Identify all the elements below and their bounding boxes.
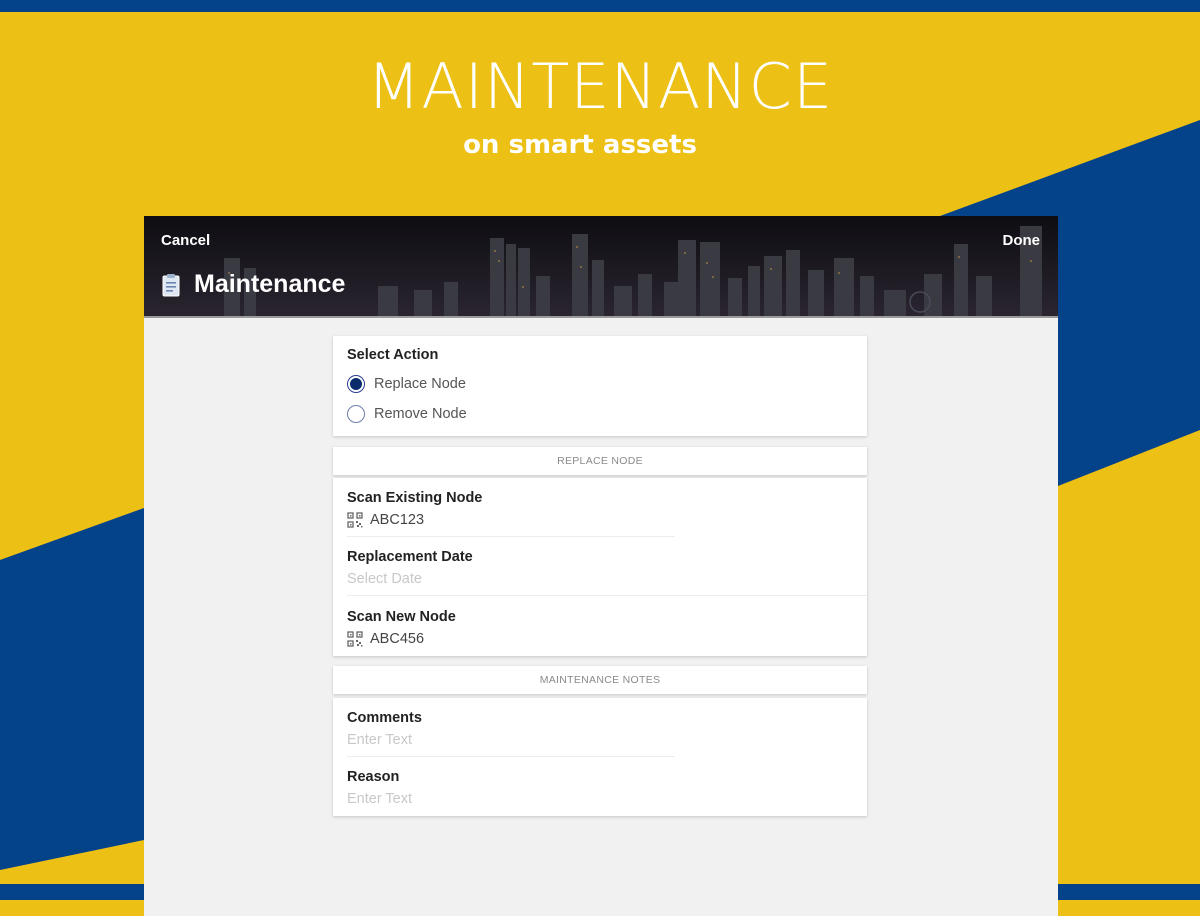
- radio-label: Replace Node: [374, 376, 466, 392]
- header-title-group: Maintenance: [162, 270, 345, 299]
- qr-code-icon: [347, 631, 363, 647]
- radio-unselected-icon[interactable]: [347, 405, 365, 423]
- radio-replace-node[interactable]: Replace Node: [347, 375, 466, 393]
- promo-title: MAINTENANCE: [366, 50, 834, 123]
- app-header: Cancel Done Maintenance: [144, 216, 1058, 318]
- select-action-card: Select Action Replace Node Remove Node: [333, 336, 867, 436]
- date-placeholder[interactable]: Select Date: [347, 571, 422, 587]
- app-screen: Cancel Done Maintenance Select Action Re…: [144, 216, 1058, 916]
- page-title: Maintenance: [194, 270, 346, 298]
- maintenance-notes-card: Comments Enter Text Reason Enter Text: [333, 698, 867, 816]
- scan-existing-node-value: ABC123: [370, 512, 425, 528]
- scan-new-node-value: ABC456: [370, 631, 425, 647]
- field-value: ABC456: [347, 631, 424, 647]
- scan-new-node-field[interactable]: Scan New Node ABC456: [333, 597, 867, 656]
- select-action-label: Select Action: [347, 347, 439, 363]
- city-skyline-image: [144, 216, 1058, 316]
- divider: [347, 595, 867, 596]
- cancel-button[interactable]: Cancel: [161, 232, 210, 249]
- field-label: Scan Existing Node: [347, 490, 483, 506]
- section-header-maintenance-notes: MAINTENANCE NOTES: [333, 666, 867, 694]
- field-label: Comments: [347, 710, 422, 726]
- field-value: ABC123: [347, 512, 424, 528]
- comments-field[interactable]: Comments Enter Text: [333, 698, 867, 757]
- reason-input[interactable]: Enter Text: [347, 791, 412, 807]
- done-button[interactable]: Done: [1003, 232, 1041, 249]
- replacement-date-field[interactable]: Replacement Date Select Date: [333, 537, 867, 596]
- qr-code-icon: [347, 512, 363, 528]
- promo-subtitle: on smart assets: [463, 130, 697, 160]
- radio-selected-icon[interactable]: [347, 375, 365, 393]
- radio-remove-node[interactable]: Remove Node: [347, 405, 467, 423]
- scan-existing-node-field[interactable]: Scan Existing Node ABC123: [333, 478, 867, 537]
- field-label: Scan New Node: [347, 609, 456, 625]
- clipboard-icon: [162, 273, 180, 296]
- field-label: Reason: [347, 769, 400, 785]
- radio-label: Remove Node: [374, 406, 467, 422]
- field-label: Replacement Date: [347, 549, 473, 565]
- reason-field[interactable]: Reason Enter Text: [333, 757, 867, 816]
- section-header-replace-node: REPLACE NODE: [333, 447, 867, 475]
- replace-node-card: Scan Existing Node ABC123 Replacement Da…: [333, 478, 867, 656]
- comments-input[interactable]: Enter Text: [347, 732, 412, 748]
